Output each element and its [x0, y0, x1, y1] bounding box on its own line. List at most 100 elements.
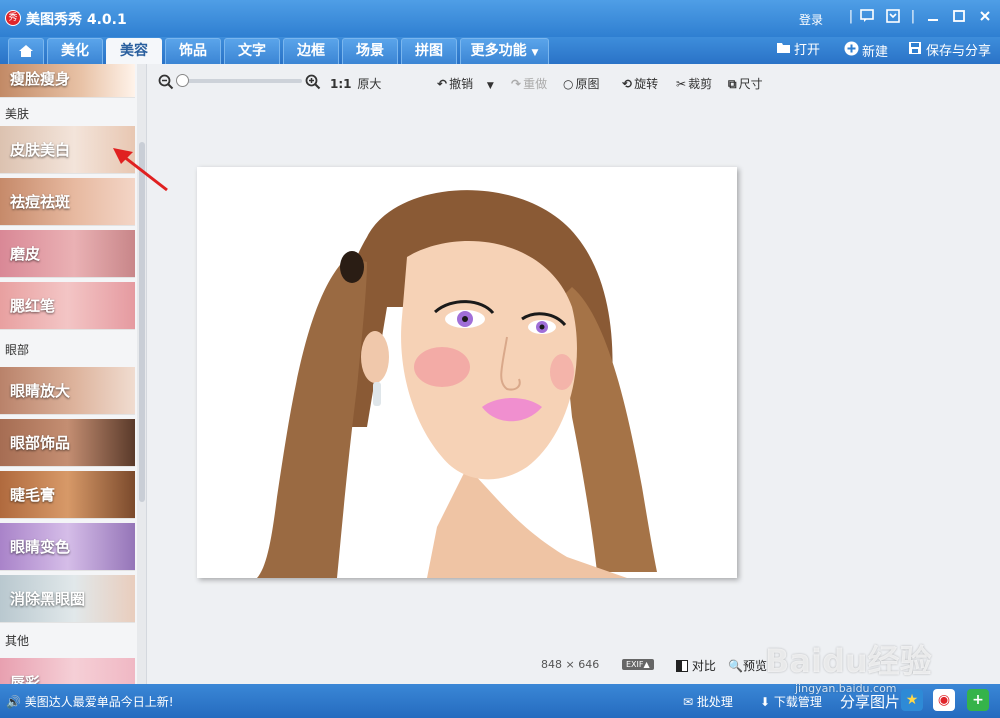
tab-more-label: 更多功能 — [470, 43, 527, 59]
new-label: 新建 — [862, 45, 889, 60]
annotation-arrow-icon — [113, 148, 168, 192]
undo-label: 撤销 — [449, 77, 474, 91]
effect-label: 祛痘祛斑 — [10, 193, 71, 211]
effect-label: 腮红笔 — [10, 297, 56, 315]
batch-button[interactable]: ✉ 批处理 — [683, 693, 733, 710]
chevron-down-icon: ▼ — [531, 48, 539, 58]
share-image-button[interactable]: 分享图片 — [840, 691, 900, 712]
add-icon[interactable]: + — [967, 689, 989, 711]
title-bar: 秀 美图秀秀 4.0.1 登录 | | — [0, 0, 1000, 37]
effect-label: 消除黑眼圈 — [10, 590, 86, 608]
separator-icon: | — [910, 9, 916, 24]
effect-label: 磨皮 — [10, 245, 41, 263]
tab-frame[interactable]: 边框 — [283, 38, 339, 64]
crop-button[interactable]: ✂ 裁剪 — [676, 75, 712, 93]
close-icon[interactable] — [977, 9, 993, 25]
effect-blush-pen[interactable]: 腮红笔 — [0, 282, 135, 330]
times-sign: × — [565, 658, 575, 671]
tab-text[interactable]: 文字 — [224, 38, 280, 64]
zoom-slider-knob[interactable] — [176, 74, 189, 87]
effect-skin-smoothing[interactable]: 磨皮 — [0, 230, 135, 278]
effect-eye-color[interactable]: 眼睛变色 — [0, 523, 135, 571]
effect-label: 皮肤美白 — [10, 141, 71, 159]
effect-label: 眼睛放大 — [10, 382, 71, 400]
speaker-icon: 🔊 — [6, 695, 21, 709]
undo-button[interactable]: ↶ 撤销 ▼ — [437, 75, 494, 93]
chevron-down-icon[interactable]: ▼ — [487, 81, 494, 91]
maximize-icon[interactable] — [951, 9, 967, 25]
category-eyes: 眼部 — [5, 343, 30, 357]
download-label: 下载管理 — [773, 695, 822, 709]
redo-label: 重做 — [523, 77, 548, 91]
redo-icon: ↷ — [511, 77, 522, 91]
crop-label: 裁剪 — [688, 77, 713, 91]
original-image-button[interactable]: ○ 原图 — [563, 75, 600, 93]
compare-label: 对比 — [691, 659, 716, 673]
category-skin: 美肤 — [5, 107, 30, 121]
category-other: 其他 — [5, 634, 30, 648]
compare-icon — [676, 660, 688, 672]
rotate-button[interactable]: ⟲ 旋转 — [622, 75, 658, 93]
status-bar: 🔊 美图达人最爱单品今日上新! ✉ 批处理 ⬇ 下载管理 分享图片 ★ ◉ + — [0, 684, 1000, 718]
new-button[interactable]: 新建 — [843, 41, 888, 61]
weibo-icon[interactable]: ◉ — [933, 689, 955, 711]
tab-beauty[interactable]: 美容 — [106, 38, 162, 64]
tab-bar: 美化 美容 饰品 文字 边框 场景 拼图 更多功能 ▼ 打开 新建 保存与分享 — [0, 37, 1000, 64]
effect-dark-circles[interactable]: 消除黑眼圈 — [0, 575, 135, 623]
photo-canvas[interactable] — [197, 167, 737, 578]
portrait-photo — [197, 167, 737, 578]
login-link[interactable]: 登录 — [799, 11, 823, 28]
circle-icon: ○ — [563, 77, 574, 91]
effect-label: 眼部饰品 — [10, 434, 71, 452]
download-manager-button[interactable]: ⬇ 下载管理 — [760, 693, 822, 710]
app-logo-icon: 秀 — [5, 10, 21, 26]
plus-circle-icon — [843, 41, 859, 57]
original-size-label: 原大 — [357, 77, 382, 91]
folder-icon — [775, 41, 791, 57]
preview-button[interactable]: 🔍预览 — [728, 657, 767, 674]
effect-label: 睫毛膏 — [10, 486, 56, 504]
app-title: 美图秀秀 4.0.1 — [26, 12, 127, 28]
effect-eye-enlarge[interactable]: 眼睛放大 — [0, 367, 135, 415]
download-icon: ⬇ — [760, 695, 771, 709]
resize-button[interactable]: ⧉ 尺寸 — [728, 75, 763, 93]
effect-eye-accessories[interactable]: 眼部饰品 — [0, 419, 135, 467]
size-label: 尺寸 — [738, 77, 763, 91]
message-icon[interactable] — [859, 9, 875, 25]
undo-icon: ↶ — [437, 77, 448, 91]
effect-slim[interactable]: 瘦脸瘦身 — [0, 64, 135, 98]
zoom-slider[interactable] — [176, 74, 302, 87]
batch-label: 批处理 — [696, 695, 733, 709]
image-dimensions: 848 × 646 — [541, 658, 599, 671]
rotate-label: 旋转 — [634, 77, 659, 91]
tab-collage[interactable]: 拼图 — [401, 38, 457, 64]
open-button[interactable]: 打开 — [775, 41, 820, 61]
news-text: 美图达人最爱单品今日上新! — [24, 695, 174, 709]
ratio-label: 1:1 — [330, 77, 352, 91]
skin-icon[interactable] — [885, 9, 901, 25]
zoom-in-icon[interactable] — [305, 74, 321, 94]
news-message[interactable]: 🔊 美图达人最爱单品今日上新! — [6, 693, 174, 710]
tab-more[interactable]: 更多功能 ▼ — [460, 38, 549, 64]
envelope-icon: ✉ — [683, 695, 694, 709]
effect-label: 眼睛变色 — [10, 538, 71, 556]
redo-button[interactable]: ↷ 重做 — [511, 75, 547, 93]
save-icon — [907, 41, 923, 57]
tab-home[interactable] — [8, 38, 44, 64]
preview-label: 预览 — [742, 659, 767, 673]
tab-accessories[interactable]: 饰品 — [165, 38, 221, 64]
effect-mascara[interactable]: 睫毛膏 — [0, 471, 135, 519]
tab-scene[interactable]: 场景 — [342, 38, 398, 64]
zoom-out-icon[interactable] — [158, 74, 174, 94]
original-size-button[interactable]: 1:1 原大 — [330, 75, 381, 93]
compare-button[interactable]: 对比 — [676, 657, 716, 674]
star-icon[interactable]: ★ — [901, 689, 923, 711]
tab-beautify[interactable]: 美化 — [47, 38, 103, 64]
minimize-icon[interactable] — [925, 9, 941, 25]
effect-label: 瘦脸瘦身 — [10, 70, 71, 88]
exif-button[interactable]: EXIF▲ — [622, 659, 654, 670]
save-share-label: 保存与分享 — [926, 44, 992, 59]
save-share-button[interactable]: 保存与分享 — [907, 41, 991, 61]
watermark-brand: Baidu经验 — [765, 642, 932, 680]
effect-lip-color[interactable]: 唇彩 — [0, 658, 135, 684]
